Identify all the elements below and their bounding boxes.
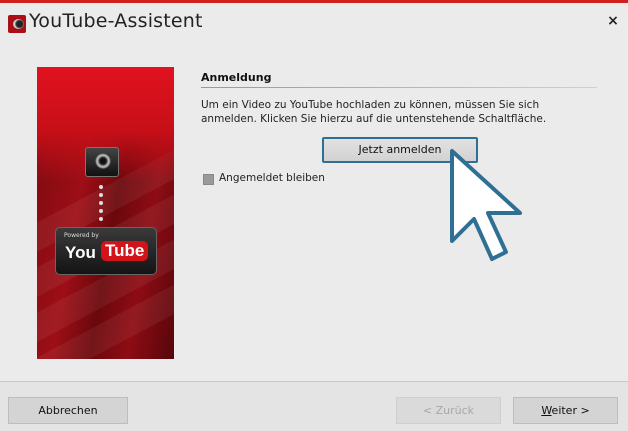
- section-title: Anmeldung: [201, 71, 272, 84]
- window-title: YouTube-Assistent: [29, 10, 203, 32]
- back-button[interactable]: < Zurück: [396, 397, 501, 424]
- section-divider: [201, 87, 597, 88]
- title-bar: YouTube-Assistent ×: [0, 6, 628, 38]
- mouse-pointer-icon: [450, 149, 522, 261]
- stay-signed-in-checkbox[interactable]: [203, 174, 214, 185]
- connector-dots: [97, 185, 105, 221]
- youtube-logo: Powered by You Tube: [55, 227, 157, 275]
- stay-signed-in-label: Angemeldet bleiben: [219, 172, 325, 184]
- next-button[interactable]: Weiter >: [513, 397, 618, 424]
- login-description: Um ein Video zu YouTube hochladen zu kön…: [201, 99, 547, 125]
- camera-icon: [85, 147, 119, 177]
- assistant-window: YouTube-Assistent × Powered by You Tube …: [0, 0, 628, 431]
- app-icon: [8, 15, 26, 33]
- cancel-button[interactable]: Abbrechen: [8, 397, 128, 424]
- youtube-banner-image: Powered by You Tube: [37, 67, 174, 359]
- footer-bar: Abbrechen < Zurück Weiter >: [0, 382, 628, 431]
- close-icon[interactable]: ×: [606, 14, 620, 28]
